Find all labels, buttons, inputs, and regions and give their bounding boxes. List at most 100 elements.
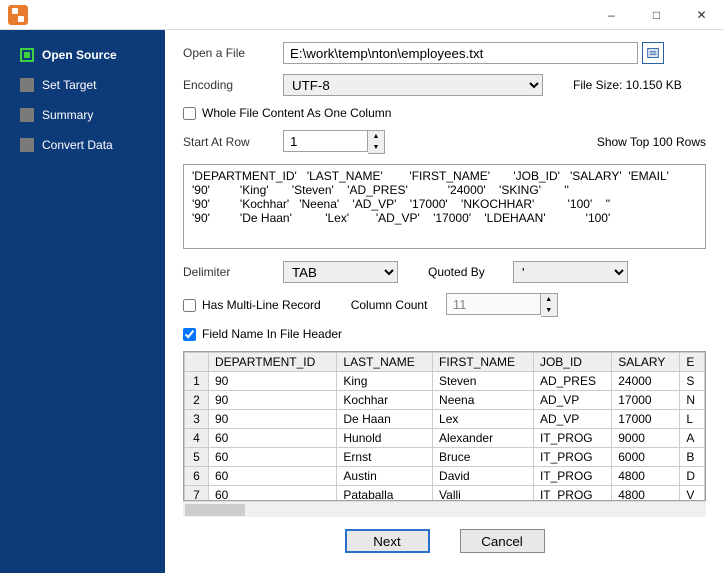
file-size-label: File Size: 10.150 KB: [573, 78, 682, 92]
table-cell: 60: [209, 429, 337, 448]
table-cell: D: [680, 467, 705, 486]
table-cell: AD_VP: [533, 410, 611, 429]
multiline-label: Has Multi-Line Record: [202, 298, 321, 312]
table-cell: A: [680, 429, 705, 448]
table-cell: Bruce: [433, 448, 534, 467]
sidebar-item-set-target[interactable]: Set Target: [0, 70, 165, 100]
sidebar-item-summary[interactable]: Summary: [0, 100, 165, 130]
table-row[interactable]: 760PataballaValliIT_PROG4800V: [185, 486, 705, 502]
column-header[interactable]: LAST_NAME: [337, 353, 433, 372]
titlebar: – □ ✕: [0, 0, 724, 30]
column-count-label: Column Count: [351, 298, 446, 312]
row-number-cell: 4: [185, 429, 209, 448]
row-number-header: [185, 353, 209, 372]
table-cell: Austin: [337, 467, 433, 486]
column-header[interactable]: FIRST_NAME: [433, 353, 534, 372]
table-cell: Steven: [433, 372, 534, 391]
table-cell: Neena: [433, 391, 534, 410]
table-row[interactable]: 390De HaanLexAD_VP17000L: [185, 410, 705, 429]
table-cell: Ernst: [337, 448, 433, 467]
encoding-label: Encoding: [183, 78, 283, 92]
browse-file-button[interactable]: [642, 42, 664, 64]
table-cell: AD_VP: [533, 391, 611, 410]
table-cell: 90: [209, 391, 337, 410]
table-cell: 60: [209, 448, 337, 467]
table-h-scrollbar[interactable]: [183, 501, 706, 517]
table-cell: Kochhar: [337, 391, 433, 410]
start-row-input[interactable]: [283, 130, 368, 152]
sidebar-item-label: Convert Data: [42, 138, 113, 152]
table-cell: 24000: [612, 372, 680, 391]
delimiter-select[interactable]: TAB: [283, 261, 398, 283]
whole-file-checkbox[interactable]: [183, 107, 196, 120]
whole-file-label: Whole File Content As One Column: [202, 106, 391, 120]
table-cell: 60: [209, 486, 337, 502]
fieldname-header-checkbox[interactable]: [183, 328, 196, 341]
column-header[interactable]: SALARY: [612, 353, 680, 372]
step-node-icon: [20, 138, 34, 152]
row-number-cell: 2: [185, 391, 209, 410]
step-node-icon: [20, 48, 34, 62]
table-cell: King: [337, 372, 433, 391]
table-row[interactable]: 460HunoldAlexanderIT_PROG9000A: [185, 429, 705, 448]
quoted-by-label: Quoted By: [428, 265, 513, 279]
table-cell: 6000: [612, 448, 680, 467]
table-cell: 60: [209, 467, 337, 486]
step-node-icon: [20, 78, 34, 92]
main-panel: Open a File Encoding UTF-8 File Size: 10…: [165, 30, 724, 573]
row-number-cell: 6: [185, 467, 209, 486]
file-path-input[interactable]: [283, 42, 638, 64]
table-row[interactable]: 290KochharNeenaAD_VP17000N: [185, 391, 705, 410]
sidebar-item-label: Open Source: [42, 48, 117, 62]
table-cell: 90: [209, 372, 337, 391]
maximize-button[interactable]: □: [634, 0, 679, 30]
sidebar-item-convert-data[interactable]: Convert Data: [0, 130, 165, 160]
sidebar-item-label: Summary: [42, 108, 93, 122]
table-cell: 90: [209, 410, 337, 429]
table-cell: Hunold: [337, 429, 433, 448]
raw-preview-box[interactable]: 'DEPARTMENT_ID' 'LAST_NAME' 'FIRST_NAME'…: [183, 164, 706, 249]
column-header[interactable]: JOB_ID: [533, 353, 611, 372]
minimize-button[interactable]: –: [589, 0, 634, 30]
column-header[interactable]: DEPARTMENT_ID: [209, 353, 337, 372]
table-row[interactable]: 560ErnstBruceIT_PROG6000B: [185, 448, 705, 467]
wizard-sidebar: Open Source Set Target Summary Convert Data: [0, 30, 165, 573]
column-count-up[interactable]: ▲: [541, 294, 557, 305]
quoted-by-select[interactable]: ': [513, 261, 628, 283]
column-header[interactable]: E: [680, 353, 705, 372]
table-cell: 9000: [612, 429, 680, 448]
table-cell: IT_PROG: [533, 486, 611, 502]
next-button[interactable]: Next: [345, 529, 430, 553]
table-row[interactable]: 660AustinDavidIT_PROG4800D: [185, 467, 705, 486]
table-row[interactable]: 190KingStevenAD_PRES24000S: [185, 372, 705, 391]
table-cell: 17000: [612, 410, 680, 429]
table-cell: Lex: [433, 410, 534, 429]
table-cell: B: [680, 448, 705, 467]
table-cell: V: [680, 486, 705, 502]
table-cell: L: [680, 410, 705, 429]
table-cell: 17000: [612, 391, 680, 410]
sidebar-item-label: Set Target: [42, 78, 96, 92]
encoding-select[interactable]: UTF-8: [283, 74, 543, 96]
app-icon: [8, 5, 28, 25]
folder-open-icon: [646, 46, 660, 60]
start-row-up[interactable]: ▲: [368, 131, 384, 142]
column-count-down[interactable]: ▼: [541, 305, 557, 316]
table-cell: Pataballa: [337, 486, 433, 502]
table-cell: AD_PRES: [533, 372, 611, 391]
cancel-button[interactable]: Cancel: [460, 529, 545, 553]
row-number-cell: 3: [185, 410, 209, 429]
column-count-input[interactable]: [446, 293, 541, 315]
table-cell: IT_PROG: [533, 429, 611, 448]
table-cell: David: [433, 467, 534, 486]
sidebar-item-open-source[interactable]: Open Source: [0, 40, 165, 70]
table-cell: IT_PROG: [533, 448, 611, 467]
table-cell: Alexander: [433, 429, 534, 448]
data-table-wrap[interactable]: DEPARTMENT_IDLAST_NAMEFIRST_NAMEJOB_IDSA…: [183, 351, 706, 501]
start-row-down[interactable]: ▼: [368, 142, 384, 153]
row-number-cell: 5: [185, 448, 209, 467]
multiline-checkbox[interactable]: [183, 299, 196, 312]
close-button[interactable]: ✕: [679, 0, 724, 30]
table-cell: N: [680, 391, 705, 410]
table-cell: De Haan: [337, 410, 433, 429]
